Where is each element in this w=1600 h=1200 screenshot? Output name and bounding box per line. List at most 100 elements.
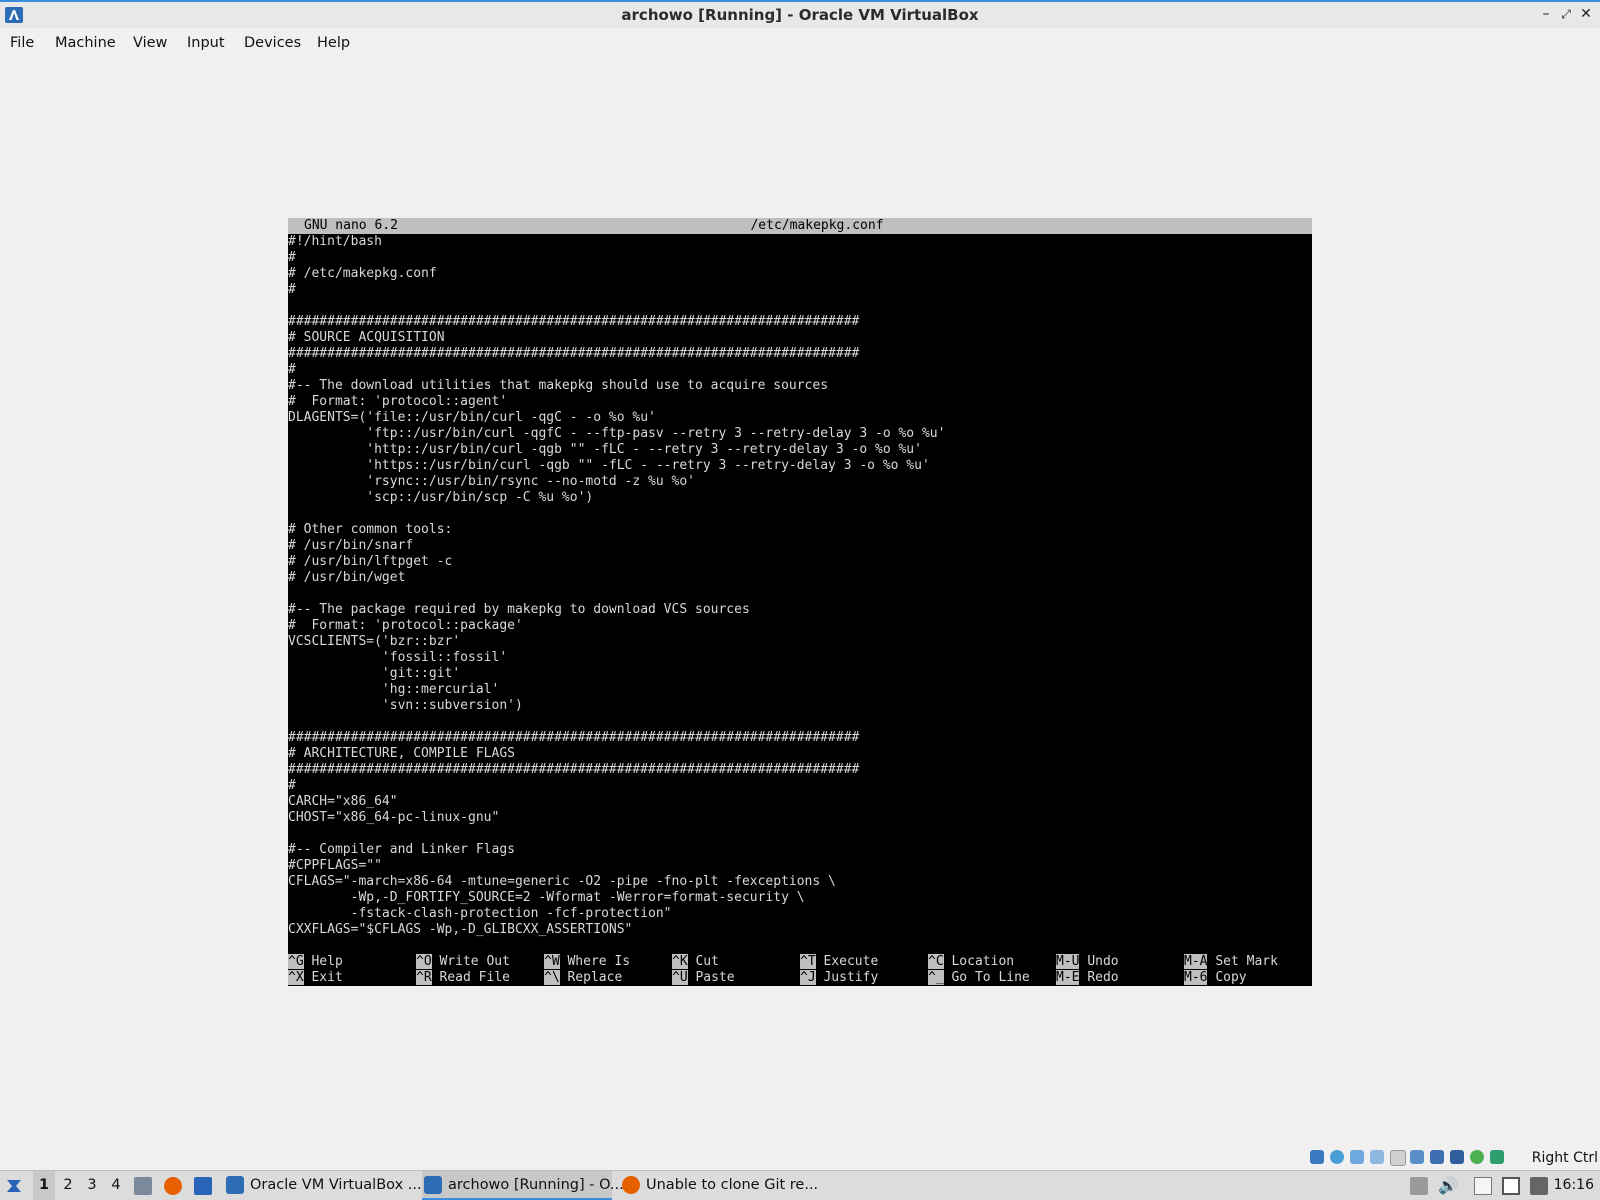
workspace-1[interactable]: 1 [33, 1171, 55, 1200]
optical-drive-icon[interactable] [1330, 1150, 1344, 1164]
editor-line[interactable]: ########################################… [288, 730, 1312, 746]
shortcut-item: ^O Write Out [416, 954, 510, 970]
vm-display[interactable]: GNU nano 6.2 /etc/makepkg.conf #!/hint/b… [288, 218, 1312, 986]
menu-view[interactable]: View [133, 28, 167, 58]
taskbar: 1 2 3 4 Oracle VM VirtualBox ... archowo… [0, 1170, 1600, 1200]
minimize-icon[interactable]: – [1537, 4, 1555, 24]
editor-line[interactable] [288, 826, 1312, 842]
editor-line[interactable] [288, 298, 1312, 314]
editor-line[interactable]: 'svn::subversion') [288, 698, 1312, 714]
menu-devices[interactable]: Devices [244, 28, 301, 58]
workspace-2[interactable]: 2 [57, 1171, 79, 1200]
show-desktop-icon[interactable] [194, 1177, 212, 1195]
cpu-icon[interactable] [1470, 1150, 1484, 1164]
editor-line[interactable]: # Other common tools: [288, 522, 1312, 538]
editor-line[interactable]: #CPPFLAGS="" [288, 858, 1312, 874]
editor-line[interactable]: 'fossil::fossil' [288, 650, 1312, 666]
editor-line[interactable]: # /usr/bin/lftpget -c [288, 554, 1312, 570]
network-icon[interactable] [1370, 1150, 1384, 1164]
shortcut-item: ^C Location [928, 954, 1014, 970]
tray-arrow-icon[interactable] [1410, 1177, 1428, 1195]
shortcut-label: Location [951, 954, 1015, 969]
shortcut-label: Execute [823, 954, 879, 969]
shortcut-key: ^X [288, 970, 304, 985]
editor-line[interactable]: VCSCLIENTS=('bzr::bzr' [288, 634, 1312, 650]
display-icon[interactable] [1430, 1150, 1444, 1164]
workspace-3[interactable]: 3 [81, 1171, 103, 1200]
editor-line[interactable]: 'git::git' [288, 666, 1312, 682]
close-icon[interactable]: ✕ [1577, 4, 1595, 24]
editor-line[interactable]: 'scp::/usr/bin/scp -C %u %o') [288, 490, 1312, 506]
shortcut-label: Exit [311, 970, 343, 985]
editor-line[interactable]: 'rsync::/usr/bin/rsync --no-motd -z %u %… [288, 474, 1312, 490]
editor-line[interactable]: CXXFLAGS="$CFLAGS -Wp,-D_GLIBCXX_ASSERTI… [288, 922, 1312, 938]
editor-line[interactable]: #-- The download utilities that makepkg … [288, 378, 1312, 394]
menu-file[interactable]: File [10, 28, 34, 58]
usb-icon[interactable] [1390, 1150, 1406, 1166]
shortcut-label: Paste [695, 970, 735, 985]
editor-line[interactable]: # /usr/bin/wget [288, 570, 1312, 586]
nano-filename: /etc/makepkg.conf [750, 218, 884, 233]
editor-line[interactable]: # Format: 'protocol::package' [288, 618, 1312, 634]
task-archowo-vm[interactable]: archowo [Running] - O... [422, 1171, 624, 1200]
editor-line[interactable]: CARCH="x86_64" [288, 794, 1312, 810]
editor-line[interactable]: CFLAGS="-march=x86-64 -mtune=generic -O2… [288, 874, 1312, 890]
task-virtualbox-manager[interactable]: Oracle VM VirtualBox ... [224, 1171, 440, 1200]
editor-line[interactable]: # /usr/bin/snarf [288, 538, 1312, 554]
virtualbox-icon [226, 1176, 244, 1194]
editor-line[interactable]: -fstack-clash-protection -fcf-protection… [288, 906, 1312, 922]
editor-line[interactable]: 'http::/usr/bin/curl -qgb "" -fLC - --re… [288, 442, 1312, 458]
editor-line[interactable]: # [288, 282, 1312, 298]
editor-line[interactable]: -Wp,-D_FORTIFY_SOURCE=2 -Wformat -Werror… [288, 890, 1312, 906]
workspace-4[interactable]: 4 [105, 1171, 127, 1200]
shortcut-key: M-6 [1184, 970, 1208, 985]
editor-line[interactable] [288, 586, 1312, 602]
shortcut-item: M-6 Copy [1184, 970, 1247, 986]
mouse-integration-icon[interactable] [1490, 1150, 1504, 1164]
shared-folders-icon[interactable] [1410, 1150, 1424, 1164]
editor-line[interactable]: ########################################… [288, 314, 1312, 330]
file-manager-icon[interactable] [134, 1177, 152, 1195]
editor-line[interactable]: ########################################… [288, 346, 1312, 362]
editor-line[interactable]: # Format: 'protocol::agent' [288, 394, 1312, 410]
firefox-launcher-icon[interactable] [164, 1177, 182, 1195]
shortcut-key: ^O [416, 954, 432, 969]
editor-line[interactable]: 'ftp::/usr/bin/curl -qgfC - --ftp-pasv -… [288, 426, 1312, 442]
window-title: archowo [Running] - Oracle VM VirtualBox [621, 6, 979, 24]
editor-line[interactable]: # [288, 250, 1312, 266]
menu-help[interactable]: Help [317, 28, 350, 58]
editor-line[interactable] [288, 714, 1312, 730]
shortcut-key: ^T [800, 954, 816, 969]
task-firefox[interactable]: Unable to clone Git re... [620, 1171, 846, 1200]
editor-line[interactable]: # SOURCE ACQUISITION [288, 330, 1312, 346]
editor-line[interactable]: 'https::/usr/bin/curl -qgb "" -fLC - --r… [288, 458, 1312, 474]
editor-line[interactable]: 'hg::mercurial' [288, 682, 1312, 698]
editor-line[interactable]: #-- The package required by makepkg to d… [288, 602, 1312, 618]
recording-icon[interactable] [1450, 1150, 1464, 1164]
shortcut-label: Where Is [567, 954, 631, 969]
editor-line[interactable]: #-- Compiler and Linker Flags [288, 842, 1312, 858]
audio-icon[interactable] [1350, 1150, 1364, 1164]
editor-line[interactable]: DLAGENTS=('file::/usr/bin/curl -qgC - -o… [288, 410, 1312, 426]
editor-line[interactable]: # [288, 362, 1312, 378]
editor-line[interactable]: #!/hint/bash [288, 234, 1312, 250]
editor-line[interactable]: CHOST="x86_64-pc-linux-gnu" [288, 810, 1312, 826]
power-icon[interactable] [1530, 1177, 1548, 1195]
editor-line[interactable]: # ARCHITECTURE, COMPILE FLAGS [288, 746, 1312, 762]
editor-line[interactable]: ########################################… [288, 762, 1312, 778]
editor-line[interactable]: # [288, 778, 1312, 794]
hard-disk-icon[interactable] [1310, 1150, 1324, 1164]
shortcut-label: Cut [695, 954, 719, 969]
menu-machine[interactable]: Machine [55, 28, 116, 58]
network-tray-icon[interactable] [1502, 1177, 1520, 1195]
clipboard-icon[interactable] [1474, 1177, 1492, 1195]
editor-line[interactable] [288, 506, 1312, 522]
nano-editor-text[interactable]: #!/hint/bash # # /etc/makepkg.conf # #######… [288, 234, 1312, 938]
editor-line[interactable]: # /etc/makepkg.conf [288, 266, 1312, 282]
shortcut-item: M-E Redo [1056, 970, 1119, 986]
volume-icon[interactable]: 🔊 [1438, 1177, 1458, 1195]
window-titlebar[interactable]: archowo [Running] - Oracle VM VirtualBox… [0, 0, 1600, 28]
start-menu-icon[interactable] [4, 1176, 24, 1196]
menu-input[interactable]: Input [187, 28, 225, 58]
restore-icon[interactable]: ⤢ [1557, 4, 1575, 24]
